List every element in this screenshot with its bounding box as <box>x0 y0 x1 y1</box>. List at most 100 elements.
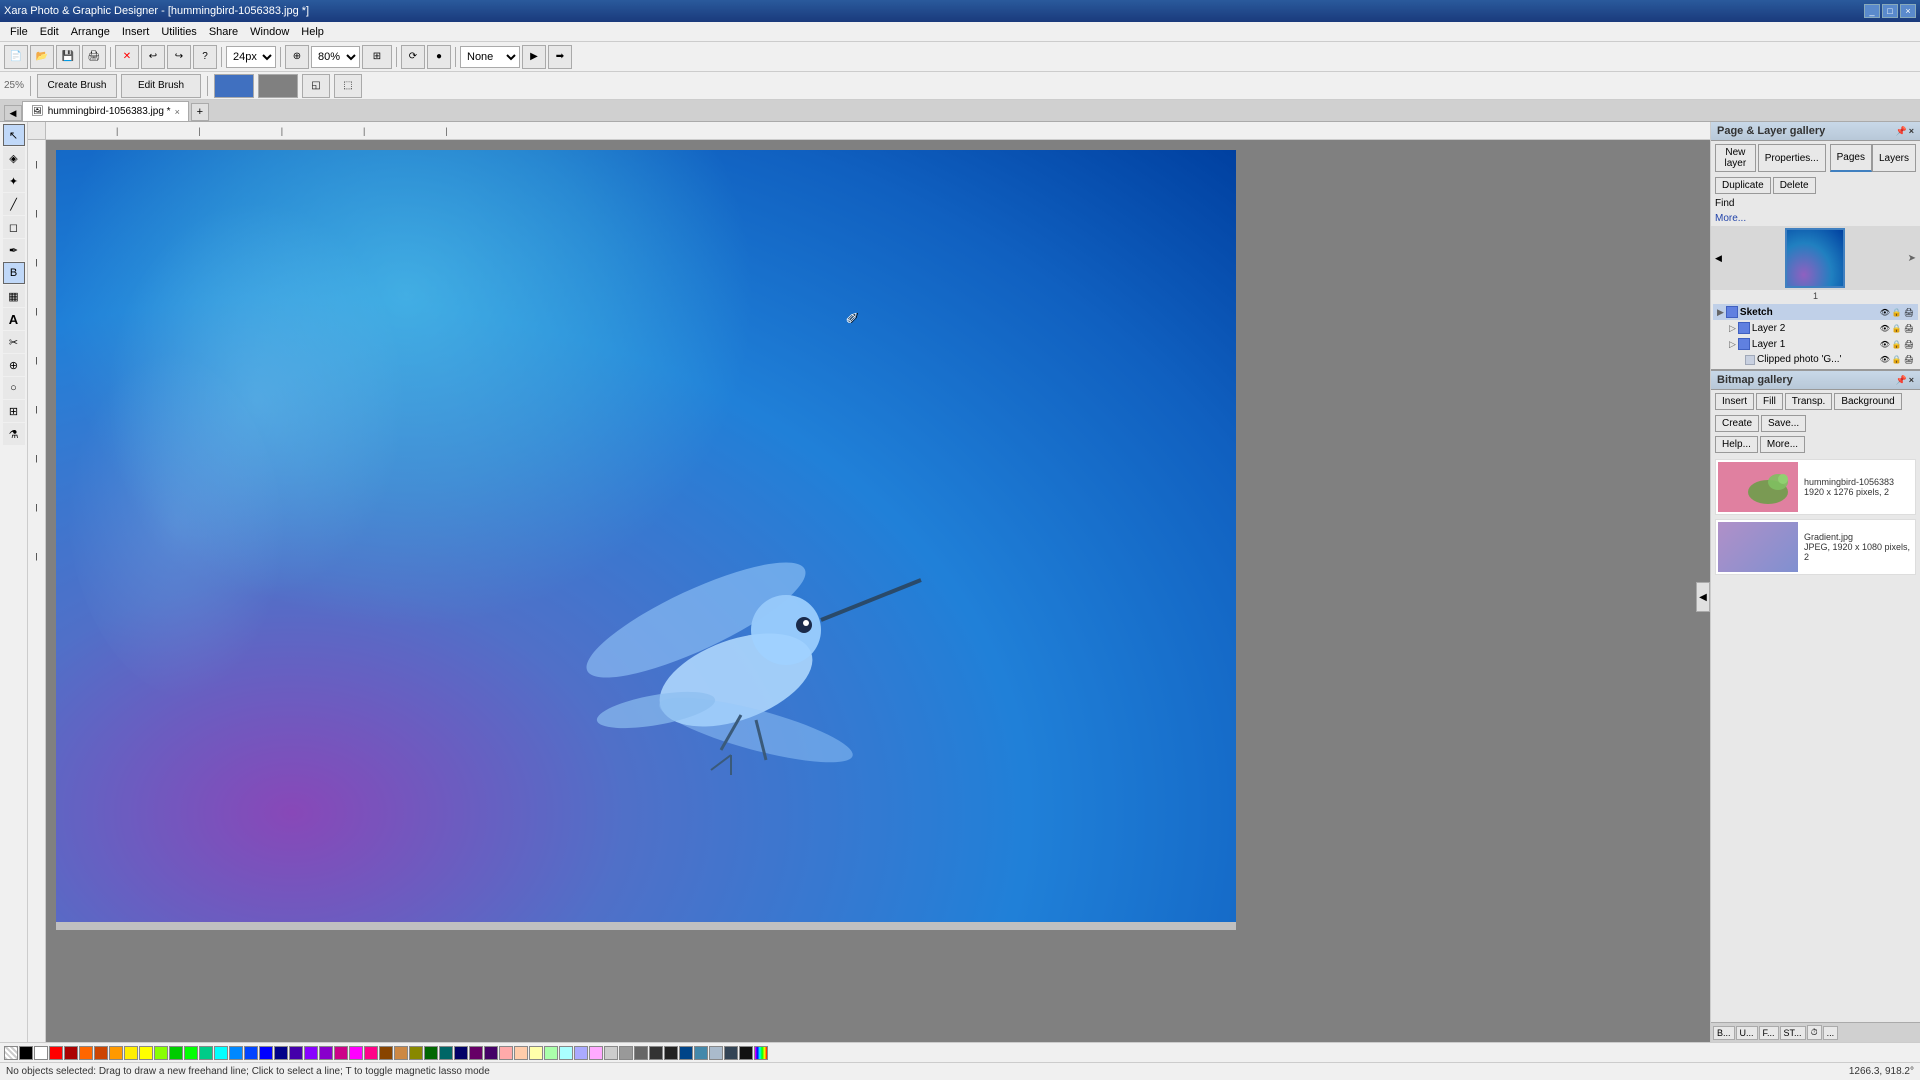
layer-gallery-close[interactable]: × <box>1909 126 1914 137</box>
clipped-vis[interactable]: 👁 <box>1880 355 1890 364</box>
shape-tool[interactable]: ◻ <box>3 216 25 238</box>
layer1-print[interactable]: 🖨 <box>1904 340 1914 349</box>
black2-swatch[interactable] <box>739 1046 753 1060</box>
layer1-lock[interactable]: 🔒 <box>1892 340 1902 349</box>
layer2-print[interactable]: 🖨 <box>1904 324 1914 333</box>
darkviolet-swatch[interactable] <box>484 1046 498 1060</box>
menu-file[interactable]: File <box>4 24 34 40</box>
document-tab[interactable]: 🖼 hummingbird-1056383.jpg * × <box>22 101 189 121</box>
blue2-swatch[interactable] <box>259 1046 273 1060</box>
crop-tool[interactable]: ⊞ <box>3 400 25 422</box>
layer2-vis[interactable]: 👁 <box>1880 324 1890 333</box>
violet-swatch[interactable] <box>304 1046 318 1060</box>
brush-tool[interactable]: B <box>3 262 25 284</box>
gray80-swatch[interactable] <box>604 1046 618 1060</box>
brush-color-btn[interactable] <box>214 74 254 98</box>
brown-swatch[interactable] <box>379 1046 393 1060</box>
dark-red-swatch[interactable] <box>64 1046 78 1060</box>
purple-swatch[interactable] <box>319 1046 333 1060</box>
line-tool[interactable]: ╱ <box>3 193 25 215</box>
help-bitmap-button[interactable]: Help... <box>1715 436 1758 453</box>
layer2-lock[interactable]: 🔒 <box>1892 324 1902 333</box>
tab-clock[interactable]: ⏱ <box>1807 1025 1822 1040</box>
layer-sketch[interactable]: ▶ Sketch 👁 🔒 🖨 <box>1713 304 1918 320</box>
menu-arrange[interactable]: Arrange <box>65 24 116 40</box>
tab-back-button[interactable]: ◀ <box>4 105 22 121</box>
cream-swatch[interactable] <box>529 1046 543 1060</box>
green-swatch[interactable] <box>169 1046 183 1060</box>
darkblue-swatch[interactable] <box>274 1046 288 1060</box>
olive-swatch[interactable] <box>409 1046 423 1060</box>
lime-swatch[interactable] <box>154 1046 168 1060</box>
brush-opt1[interactable]: ◱ <box>302 74 330 98</box>
silver-swatch[interactable] <box>709 1046 723 1060</box>
bitmap-item-gradient[interactable]: Gradient.jpg JPEG, 1920 x 1080 pixels, 2 <box>1715 519 1916 575</box>
transp-button[interactable]: Transp. <box>1785 393 1833 410</box>
more-link[interactable]: More... <box>1711 211 1920 226</box>
tab-f[interactable]: F... <box>1759 1026 1779 1040</box>
menu-window[interactable]: Window <box>244 24 295 40</box>
navy-swatch[interactable] <box>454 1046 468 1060</box>
menu-insert[interactable]: Insert <box>116 24 156 40</box>
ltblue-swatch[interactable] <box>574 1046 588 1060</box>
brush-opt2[interactable]: ⬚ <box>334 74 362 98</box>
fill-button[interactable]: Fill <box>1756 393 1783 410</box>
tab-st[interactable]: ST... <box>1780 1026 1806 1040</box>
h-scrollbar[interactable] <box>56 922 1236 930</box>
black-swatch[interactable] <box>19 1046 33 1060</box>
stop-button[interactable]: ✕ <box>115 45 139 69</box>
sketch-layer-print[interactable]: 🖨 <box>1904 308 1914 317</box>
bitmap-close[interactable]: × <box>1909 375 1914 386</box>
pages-tab[interactable]: Pages <box>1830 144 1872 172</box>
canvas-wrapper[interactable]: ✏ ◀ <box>46 140 1710 1024</box>
create-button[interactable]: Create <box>1715 415 1759 432</box>
teal-swatch[interactable] <box>199 1046 213 1060</box>
scissors-tool[interactable]: ✂ <box>3 331 25 353</box>
layer1-vis[interactable]: 👁 <box>1880 340 1890 349</box>
gray20-swatch[interactable] <box>649 1046 663 1060</box>
panel-collapse-btn[interactable]: ◀ <box>1696 582 1710 612</box>
properties-button[interactable]: Properties... <box>1758 144 1826 172</box>
add-tab-button[interactable]: + <box>191 103 209 121</box>
select-tool[interactable]: ↖ <box>3 124 25 146</box>
save-button[interactable]: 💾 <box>56 45 80 69</box>
window-controls[interactable]: _ □ × <box>1864 4 1916 18</box>
sky-swatch[interactable] <box>229 1046 243 1060</box>
help-icon-button[interactable]: ? <box>193 45 217 69</box>
dark-cyan-swatch[interactable] <box>679 1046 693 1060</box>
dark-orange-swatch[interactable] <box>94 1046 108 1060</box>
gray40-swatch[interactable] <box>634 1046 648 1060</box>
duplicate-button[interactable]: Duplicate <box>1715 177 1771 194</box>
layer-2[interactable]: ▷ Layer 2 👁 🔒 🖨 <box>1713 320 1918 336</box>
gray60-swatch[interactable] <box>619 1046 633 1060</box>
tab-b[interactable]: B... <box>1713 1026 1735 1040</box>
print-button[interactable]: 🖨 <box>82 45 106 69</box>
minimize-button[interactable]: _ <box>1864 4 1880 18</box>
ltcyan-swatch[interactable] <box>559 1046 573 1060</box>
redo-button[interactable]: ↪ <box>167 45 191 69</box>
zoom-tool[interactable]: ⊕ <box>3 354 25 376</box>
charcoal-swatch[interactable] <box>724 1046 738 1060</box>
pink-swatch[interactable] <box>349 1046 363 1060</box>
undo2-button[interactable]: ⟳ <box>401 45 425 69</box>
delete-button[interactable]: Delete <box>1773 177 1816 194</box>
darkgray-swatch[interactable] <box>664 1046 678 1060</box>
undo-button[interactable]: ↩ <box>141 45 165 69</box>
layer-gallery-pin[interactable]: 📌 <box>1896 126 1907 137</box>
new-layer-button[interactable]: New layer <box>1715 144 1756 172</box>
none-select[interactable]: None <box>460 46 520 68</box>
layer-1[interactable]: ▷ Layer 1 👁 🔒 🖨 <box>1713 336 1918 352</box>
view-toggle[interactable]: ⊕ <box>285 45 309 69</box>
white-swatch[interactable] <box>34 1046 48 1060</box>
yellow2-swatch[interactable] <box>139 1046 153 1060</box>
edit-brush-button[interactable]: Edit Brush <box>121 74 201 98</box>
menu-edit[interactable]: Edit <box>34 24 65 40</box>
sketch-layer-lock[interactable]: 🔒 <box>1892 308 1902 317</box>
background-button[interactable]: Background <box>1834 393 1901 410</box>
save-bitmap-button[interactable]: Save... <box>1761 415 1806 432</box>
indigo-swatch[interactable] <box>289 1046 303 1060</box>
bitmap-item-hummingbird[interactable]: hummingbird-1056383 1920 x 1276 pixels, … <box>1715 459 1916 515</box>
bitmap-pin[interactable]: 📌 <box>1896 375 1907 386</box>
brush-style-btn[interactable] <box>258 74 298 98</box>
page-back-arrow[interactable]: ◀ <box>1715 253 1722 264</box>
